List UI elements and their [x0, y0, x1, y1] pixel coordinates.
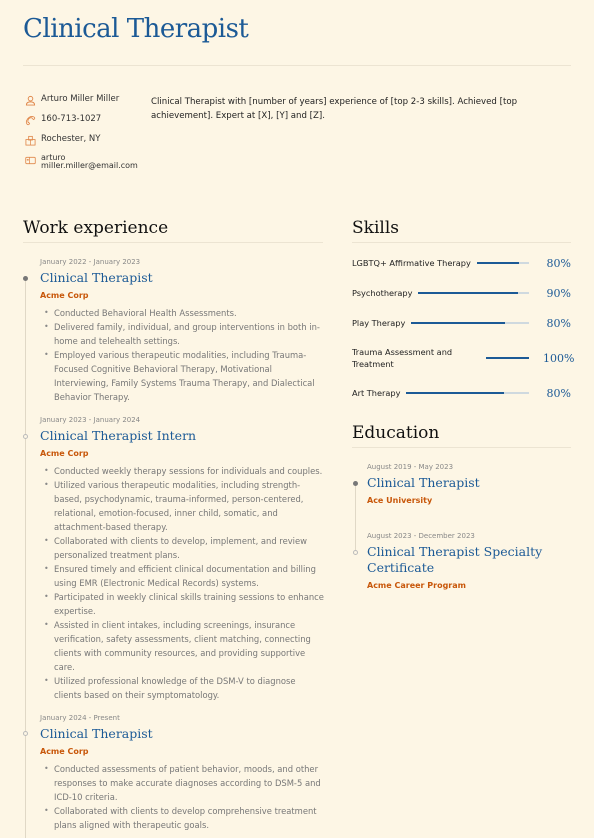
skill-percent: 80% [546, 256, 571, 270]
contact-phone: 160-713-1027 [41, 114, 102, 124]
skill-item: Play Therapy 80% [352, 316, 571, 330]
skill-name: Trauma Assessment and Treatment [352, 347, 453, 369]
work-divider [23, 242, 323, 243]
skill-name: Art Therapy [352, 388, 401, 398]
job-bullet: Ensured timely and efficient clinical do… [44, 562, 325, 590]
skill-bar-fill [411, 322, 506, 324]
job-bullets: Conducted assessments of patient behavio… [40, 762, 325, 832]
contact-email[interactable]: arturo miller.miller@email.com [41, 154, 138, 170]
building-icon [24, 134, 36, 146]
education-title: Clinical Therapist Specialty Certificate [367, 544, 543, 575]
skills-list: LGBTQ+ Affirmative Therapy 80% Psychothe… [352, 256, 575, 416]
header-divider [23, 65, 571, 66]
education-title: Clinical Therapist [367, 475, 480, 490]
skill-bar-fill [406, 392, 505, 394]
timeline-dot-current [23, 276, 28, 281]
job-title: Clinical Therapist [40, 270, 153, 285]
contact-name-row: Arturo Miller Miller [24, 94, 144, 106]
education-entry: August 2019 - May 2023 Clinical Therapis… [367, 463, 572, 505]
skills-divider [352, 242, 571, 243]
job-bullet: Collaborated with clients to develop com… [44, 804, 325, 832]
job-entry: January 2022 - January 2023 Clinical The… [40, 258, 325, 404]
job-entry: January 2024 - Present Clinical Therapis… [40, 714, 325, 832]
skills-heading: Skills [352, 218, 399, 238]
skill-bar-fill [486, 357, 529, 359]
skill-name: Psychotherapy [352, 288, 413, 298]
timeline-dot [23, 434, 28, 439]
job-date: January 2022 - January 2023 [40, 258, 141, 266]
education-institution: Ace University [367, 496, 433, 505]
job-company: Acme Corp [40, 291, 89, 300]
skill-bar [476, 262, 529, 264]
job-bullets: Conducted weekly therapy sessions for in… [40, 464, 325, 702]
skill-item: Psychotherapy 90% [352, 286, 571, 300]
skill-percent: 80% [546, 316, 571, 330]
timeline-dot [353, 550, 358, 555]
education-entry: August 2023 - December 2023 Clinical The… [367, 532, 572, 590]
timeline-dot [23, 731, 28, 736]
timeline-dot-current [353, 481, 358, 486]
education-timeline-line [355, 484, 356, 554]
job-title: Clinical Therapist Intern [40, 428, 197, 443]
resume-title: Clinical Therapist [23, 14, 249, 44]
education-heading: Education [352, 423, 440, 443]
phone-icon [24, 114, 36, 126]
skill-bar [406, 392, 529, 394]
skill-item: LGBTQ+ Affirmative Therapy 80% [352, 256, 571, 270]
job-bullet: Utilized various therapeutic modalities,… [44, 478, 325, 534]
skill-name: LGBTQ+ Affirmative Therapy [352, 258, 471, 268]
skill-bar [486, 357, 529, 359]
contact-email-row: arturo miller.miller@email.com [24, 154, 144, 170]
skill-bar [411, 322, 529, 324]
job-date: January 2024 - Present [40, 714, 120, 722]
education-divider [352, 447, 571, 448]
contact-location: Rochester, NY [41, 134, 101, 144]
skill-item: Trauma Assessment and Treatment 100% [352, 346, 575, 370]
skill-percent: 90% [546, 286, 571, 300]
job-title: Clinical Therapist [40, 726, 153, 741]
work-timeline-line [25, 278, 26, 838]
skill-bar-fill [418, 292, 518, 294]
skill-percent: 80% [546, 386, 571, 400]
job-bullet: Delivered family, individual, and group … [44, 320, 325, 348]
job-bullet: Utilized professional knowledge of the D… [44, 674, 325, 702]
education-date: August 2023 - December 2023 [367, 532, 475, 540]
mailbox-icon [24, 154, 36, 166]
summary-text: Clinical Therapist with [number of years… [151, 97, 518, 121]
job-company: Acme Corp [40, 747, 89, 756]
job-bullets: Conducted Behavioral Health Assessments.… [40, 306, 325, 404]
job-bullet: Assisted in client intakes, including sc… [44, 618, 325, 674]
person-icon [24, 94, 36, 106]
job-date: January 2023 - January 2024 [40, 416, 141, 424]
contact-phone-row: 160-713-1027 [24, 114, 144, 126]
skill-name: Play Therapy [352, 318, 406, 328]
skill-percent: 100% [543, 351, 575, 365]
skill-bar [418, 292, 529, 294]
education-institution: Acme Career Program [367, 581, 466, 590]
contact-location-row: Rochester, NY [24, 134, 144, 146]
job-bullet: Employed various therapeutic modalities,… [44, 348, 325, 404]
job-entry: January 2023 - January 2024 Clinical The… [40, 416, 325, 702]
job-company: Acme Corp [40, 449, 89, 458]
skill-bar-fill [476, 262, 519, 264]
contact-name: Arturo Miller Miller [41, 94, 120, 104]
job-bullet: Conducted weekly therapy sessions for in… [44, 464, 325, 478]
job-bullet: Collaborated with clients to develop, im… [44, 534, 325, 562]
work-heading: Work experience [23, 218, 169, 238]
education-date: August 2019 - May 2023 [367, 463, 454, 471]
contact-info: Arturo Miller Miller 160-713-1027 Roches… [24, 94, 144, 178]
job-bullet: Participated in weekly clinical skills t… [44, 590, 325, 618]
skill-item: Art Therapy 80% [352, 386, 571, 400]
job-bullet: Conducted assessments of patient behavio… [44, 762, 325, 804]
job-bullet: Conducted Behavioral Health Assessments. [44, 306, 325, 320]
